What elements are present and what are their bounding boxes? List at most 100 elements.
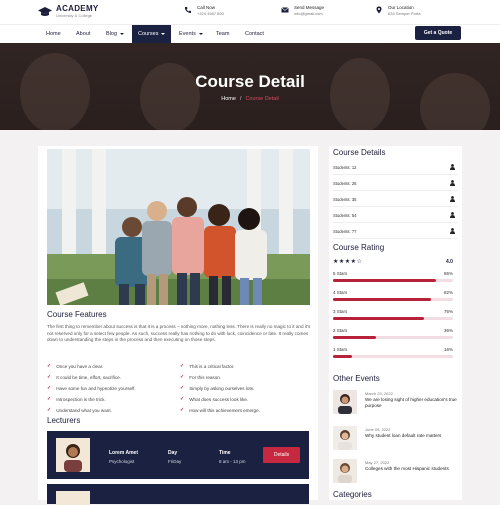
students-row: Students: 77 [333,223,458,239]
check-icon: ✓ [180,407,185,413]
event-date: March 23, 2022 [365,391,393,396]
feature-item: ✓ Introspection is the trick. [47,396,106,402]
course-photo-illustration [47,149,310,305]
course-sidebar: Course Details Students: 12 Students: 26… [329,146,462,500]
nav-blog[interactable]: Blog [106,25,125,44]
nav-events[interactable]: Events [179,25,203,44]
rating-bar-track [333,298,453,301]
rating-bar-fill [333,317,425,320]
students-label: Students: 35 [333,197,357,202]
course-main-panel: Course Features The first thing to remem… [38,146,318,505]
lecturer-card [47,484,309,505]
students-label: Students: 77 [333,229,357,234]
check-icon: ✓ [47,374,52,380]
breadcrumb: Home / Course Detail [0,96,500,102]
lecturer-avatar [56,491,90,505]
feature-item: ✓ Understand what you want. [47,407,112,413]
check-icon: ✓ [180,374,185,380]
nav-courses-label: Courses [138,31,159,37]
feature-label: Have some fun and hypnotize yourself. [56,385,136,391]
other-events-title: Other Events [333,374,380,383]
feature-label: Once you have a clear. [56,363,104,369]
user-icon [450,164,455,170]
nav-events-label: Events [179,31,196,37]
nav-team[interactable]: Team [216,25,229,44]
rating-bar-fill [333,355,353,358]
page-title: Course Detail [195,72,305,91]
lecturer-day: FriDay [168,459,182,464]
call-info: Call Now +324 4567 890 [184,5,224,16]
rating-bar-fill [333,298,432,301]
rating-percent: 16% [443,347,453,352]
feature-label: What does success look like. [189,396,249,402]
rating-percent: 76% [443,309,453,314]
rating-bar-fill [333,336,377,339]
course-students-photo [47,149,310,305]
feature-item: ✓ How will this achievement emerge. [180,407,260,413]
brand-logo[interactable]: ACADEMY University & College [38,5,99,18]
students-row: Students: 26 [333,175,458,191]
students-label: Students: 26 [333,181,357,186]
user-icon [450,196,455,202]
students-row: Students: 54 [333,207,458,223]
lecturers-title: Lecturers [47,416,81,425]
lecturer-card: Lorem Amet Psychologist Day FriDay Time … [47,431,309,479]
rating-label: 5 Stars [333,271,348,276]
check-icon: ✓ [47,396,52,402]
nav-contact[interactable]: Contact [245,25,264,44]
rating-label: 3 Stars [333,309,348,314]
course-details-title: Course Details [333,148,386,157]
user-icon [450,228,455,234]
nav-home[interactable]: Home [46,25,61,44]
course-rating-title: Course Rating [333,243,385,252]
event-thumbnail [333,390,357,414]
user-icon [450,212,455,218]
call-value: +324 4567 890 [197,10,224,16]
event-thumbnail [333,426,357,450]
lecturer-role: Psychologist [109,459,135,464]
rating-bar-track [333,317,453,320]
rating-bar-fill [333,279,437,282]
event-date: June 09, 2022 [365,427,391,432]
students-label: Students: 12 [333,165,357,170]
students-row: Students: 35 [333,191,458,207]
rating-label: 4 Stars [333,290,348,295]
lecturer-details-button[interactable]: Details [263,447,300,463]
message-value: info@gmail.com [294,10,323,16]
feature-item: ✓ It could be time, effort, sacrifice. [47,374,121,380]
get-quote-button[interactable]: Get a Quote [415,26,461,40]
chevron-down-icon [161,32,166,35]
rating-bar-track [333,279,453,282]
check-icon: ✓ [180,385,185,391]
check-icon: ✓ [47,385,52,391]
feature-item: ✓ Simply by asking ourselves lots. [180,385,254,391]
brand-subtitle: University & College [56,13,93,18]
message-title: Send Message [294,5,325,10]
map-pin-icon [376,6,382,14]
check-icon: ✓ [180,363,185,369]
check-icon: ✓ [180,396,185,402]
rating-stars-icon: ★★★★☆ [333,259,363,265]
nav-about[interactable]: About [76,25,90,44]
phone-icon [185,7,191,13]
feature-label: It could be time, effort, sacrifice. [56,374,121,380]
message-info: Send Message info@gmail.com [281,5,324,16]
chevron-down-icon [120,32,125,35]
nav-courses[interactable]: Courses [132,25,172,44]
feature-label: Simply by asking ourselves lots. [189,385,255,391]
feature-item: ✓ Once you have a clear. [47,363,103,369]
event-title: Colleges with the most Hispanic students [365,466,449,471]
location-value: 634 Semper Porta [388,10,421,16]
feature-item: ✓ This is a critical factor. [180,363,234,369]
rating-label: 2 Stars [333,328,348,333]
feature-item: ✓ For this reason. [180,374,221,380]
chevron-down-icon [198,32,203,35]
breadcrumb-home[interactable]: Home [221,96,236,102]
feature-label: How will this achievement emerge. [189,407,260,413]
rating-value: 4.0 [446,259,453,265]
event-title: We are losing sight of higher education'… [365,397,457,408]
students-row: Students: 12 [333,159,458,175]
envelope-icon [281,7,289,13]
lecturer-avatar [56,438,90,472]
rating-bar-track [333,355,453,358]
